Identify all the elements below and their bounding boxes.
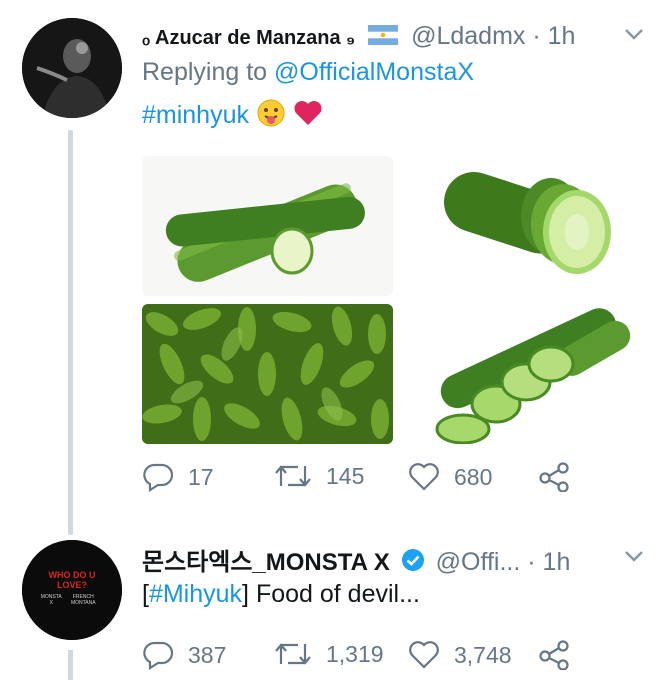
argentina-flag-icon — [368, 23, 399, 52]
display-name[interactable]: ₒ Azucar de Manzana ₉ — [142, 27, 355, 49]
handle[interactable]: @Offi... — [436, 548, 521, 576]
tweet-header: ₒ Azucar de Manzana ₉ @Ldadmx · 1h — [142, 22, 575, 52]
reply-count: 387 — [188, 641, 227, 668]
like-button[interactable]: 3,748 — [408, 640, 512, 670]
like-count: 3,748 — [454, 641, 512, 668]
tweet-actions: 17 145 680 — [142, 462, 662, 502]
display-name[interactable]: 몬스타엑스_MONSTA X — [142, 549, 390, 576]
share-icon — [539, 462, 569, 492]
verified-badge-icon — [401, 548, 425, 579]
heart-icon — [409, 641, 439, 669]
thread-line-continued — [68, 650, 73, 680]
reply-button[interactable]: 17 — [142, 462, 214, 492]
tweet-text: #minhyuk — [142, 98, 323, 135]
timestamp[interactable]: · 1h — [527, 548, 570, 576]
avatar[interactable]: WHO DO U LOVE? MONSTA X FRENCH MONTANA — [22, 540, 122, 640]
cucumber-photo-1[interactable] — [142, 156, 393, 296]
retweet-icon — [275, 465, 311, 487]
avatar[interactable] — [22, 18, 122, 118]
chevron-down-icon[interactable] — [622, 544, 646, 574]
reply-prefix: Replying to — [142, 58, 268, 86]
reply-to-mention[interactable]: @OfficialMonstaX — [274, 58, 474, 86]
avatar-logo: WHO DO U LOVE? MONSTA X FRENCH MONTANA — [40, 570, 96, 606]
hashtag-link[interactable]: #minhyuk — [142, 101, 249, 129]
tongue-face-emoji-icon — [256, 98, 286, 135]
reply-context: Replying to @OfficialMonstaX — [142, 58, 474, 87]
retweet-button[interactable]: 145 — [274, 462, 364, 490]
retweet-icon — [275, 643, 311, 665]
heart-icon — [409, 463, 439, 491]
share-button[interactable] — [538, 640, 584, 670]
tweet-header: 몬스타엑스_MONSTA X @Offi... · 1h — [142, 542, 570, 579]
reply-button[interactable]: 387 — [142, 640, 226, 670]
retweet-button[interactable]: 1,319 — [274, 640, 384, 668]
chevron-down-icon[interactable] — [622, 22, 646, 52]
reply-icon — [143, 463, 174, 492]
tweet-body: Food of devil... — [249, 580, 420, 608]
red-heart-emoji-icon — [293, 99, 323, 134]
reply-icon — [143, 641, 174, 670]
retweet-count: 145 — [326, 462, 365, 489]
reply-count: 17 — [188, 463, 214, 490]
tweet-text: [#Mihyuk] Food of devil... — [142, 580, 420, 608]
share-button[interactable] — [538, 462, 584, 492]
hashtag-link[interactable]: #Mihyuk — [149, 580, 242, 608]
cucumber-photo-3[interactable] — [142, 304, 393, 444]
share-icon — [539, 640, 569, 670]
handle[interactable]: @Ldadmx — [411, 22, 525, 50]
like-button[interactable]: 680 — [408, 462, 492, 492]
like-count: 680 — [454, 463, 493, 490]
cucumber-photo-2[interactable] — [401, 156, 652, 296]
tweet-actions: 387 1,319 3,748 — [142, 640, 662, 680]
retweet-count: 1,319 — [326, 640, 384, 667]
media-grid[interactable] — [142, 156, 652, 444]
timestamp[interactable]: · 1h — [532, 22, 575, 50]
thread-line — [68, 130, 73, 535]
cucumber-photo-4[interactable] — [401, 304, 652, 444]
